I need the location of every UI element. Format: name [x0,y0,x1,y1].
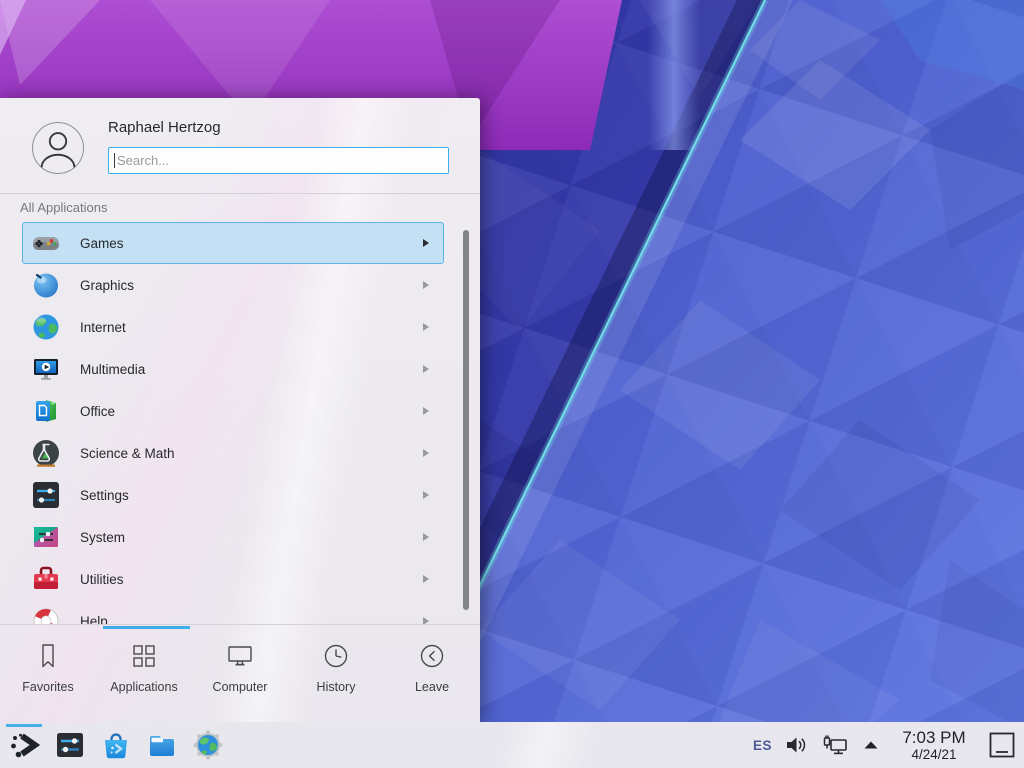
globe-icon [30,311,62,343]
tab-leave[interactable]: Leave [384,625,480,722]
globe-gear-icon [192,729,224,761]
search-input[interactable] [108,147,449,174]
multimedia-screen-icon [30,353,62,385]
user-icon [33,123,83,173]
category-label: Help [80,614,423,625]
history-clock-icon [321,641,351,671]
category-help[interactable]: Help [22,600,444,624]
category-utilities[interactable]: Utilities [22,558,444,600]
submenu-arrow-icon [423,365,429,373]
folder-icon [146,729,178,761]
category-list: Games Graphics [22,222,444,624]
scrollbar[interactable] [463,230,469,610]
category-label: Multimedia [80,362,423,377]
category-settings[interactable]: Settings [22,474,444,516]
taskbar-panel: ES 7:03 PM 4/24/21 [0,722,1024,768]
category-label: Utilities [80,572,423,587]
settings-sliders-icon [54,729,86,761]
bookmark-icon [33,641,63,671]
category-label: Graphics [80,278,423,293]
tab-label: Computer [213,680,268,694]
launcher-header: Raphael Hertzog [0,98,480,194]
utilities-toolbox-icon [30,563,62,595]
volume-icon[interactable] [785,734,809,756]
clock-time: 7:03 PM [902,728,965,747]
settings-sliders-icon [30,479,62,511]
discover-launcher[interactable] [100,729,132,761]
submenu-arrow-icon [423,575,429,583]
section-label: All Applications [20,200,107,215]
tab-applications[interactable]: Applications [96,625,192,722]
category-label: System [80,530,423,545]
submenu-arrow-icon [423,323,429,331]
user-name: Raphael Hertzog [108,119,221,136]
web-browser-launcher[interactable] [192,729,224,761]
submenu-arrow-icon [423,491,429,499]
tab-favorites[interactable]: Favorites [0,625,96,722]
tab-history[interactable]: History [288,625,384,722]
file-manager-launcher[interactable] [146,729,178,761]
tab-label: Favorites [22,680,73,694]
gamepad-icon [30,227,62,259]
application-launcher-menu: Raphael Hertzog All Applications [0,98,480,722]
digital-clock[interactable]: 7:03 PM 4/24/21 [893,728,975,762]
active-task-indicator [6,724,42,727]
leave-circle-icon [417,641,447,671]
keyboard-layout-indicator[interactable]: ES [753,738,772,753]
category-label: Office [80,404,423,419]
submenu-arrow-icon [423,449,429,457]
submenu-arrow-icon [423,239,429,247]
office-document-icon [30,395,62,427]
submenu-arrow-icon [423,617,429,624]
clock-date: 4/24/21 [911,747,956,762]
kde-kickoff-icon [8,729,40,761]
system-sliders-icon [30,521,62,553]
text-caret [114,153,115,168]
category-label: Games [80,236,423,251]
expand-tray-arrow-icon[interactable] [862,737,880,753]
category-science-math[interactable]: Science & Math [22,432,444,474]
submenu-arrow-icon [423,281,429,289]
application-launcher-button[interactable] [8,729,40,761]
category-label: Settings [80,488,423,503]
category-multimedia[interactable]: Multimedia [22,348,444,390]
help-lifebuoy-icon [30,605,62,624]
science-flask-icon [30,437,62,469]
tab-computer[interactable]: Computer [192,625,288,722]
category-system[interactable]: System [22,516,444,558]
system-tray: ES 7:03 PM 4/24/21 [753,728,1016,762]
tab-label: History [317,680,356,694]
system-settings-launcher[interactable] [54,729,86,761]
category-graphics[interactable]: Graphics [22,264,444,306]
submenu-arrow-icon [423,407,429,415]
shopping-bag-icon [100,729,132,761]
category-label: Internet [80,320,423,335]
show-desktop-button[interactable] [988,731,1016,759]
applications-grid-icon [129,641,159,671]
category-internet[interactable]: Internet [22,306,444,348]
user-avatar[interactable] [32,122,84,174]
computer-monitor-icon [225,641,255,671]
submenu-arrow-icon [423,533,429,541]
tab-label: Applications [110,680,177,694]
category-label: Science & Math [80,446,423,461]
desktop: Raphael Hertzog All Applications [0,0,1024,768]
graphics-ball-icon [30,269,62,301]
category-office[interactable]: Office [22,390,444,432]
active-tab-indicator [103,626,190,629]
launcher-tab-bar: Favorites Applications Computer [0,624,480,722]
tab-label: Leave [415,680,449,694]
network-icon[interactable] [822,734,849,756]
category-games[interactable]: Games [22,222,444,264]
